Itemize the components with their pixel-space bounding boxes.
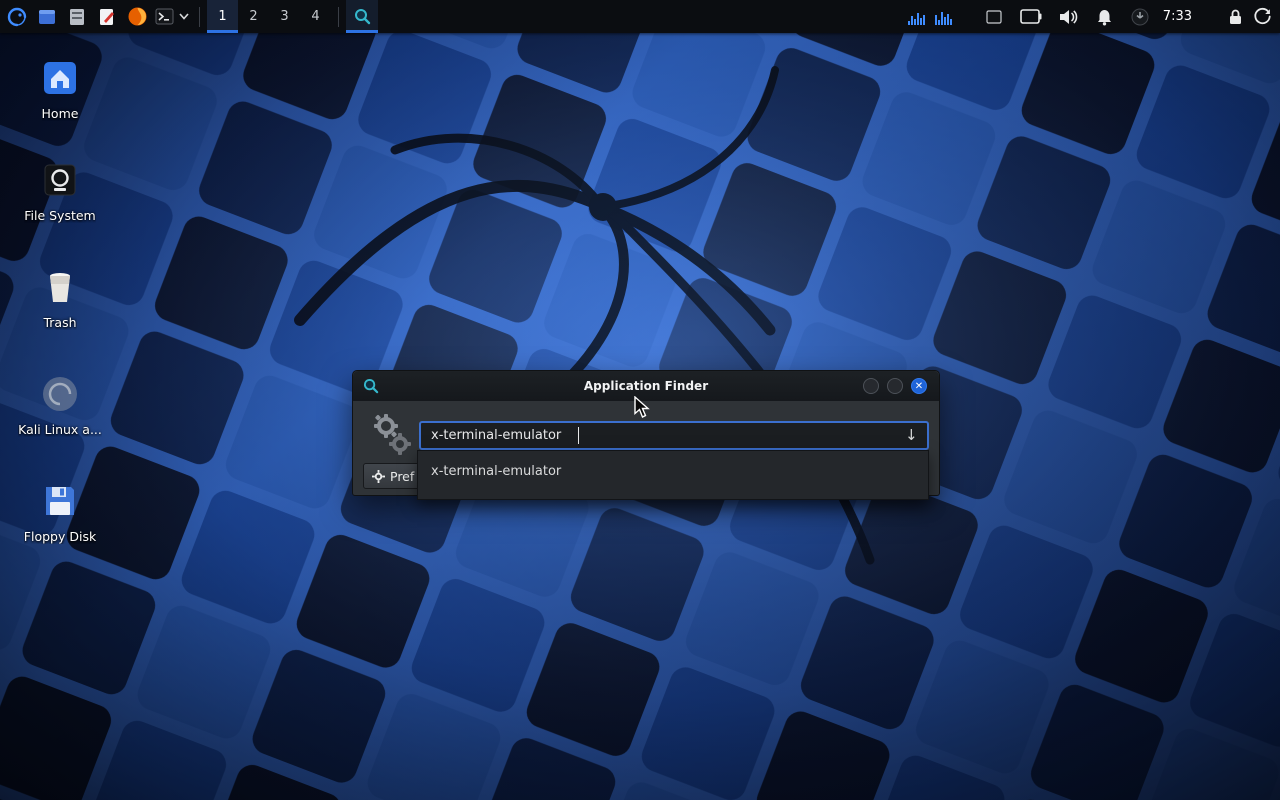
logout-icon[interactable] xyxy=(1253,7,1272,26)
preferences-gear-icon xyxy=(372,470,385,483)
archive-drawer-icon[interactable] xyxy=(62,0,92,33)
kali-folder-icon xyxy=(38,372,82,416)
panel-separator xyxy=(199,7,200,27)
desktop-icon-floppy-disk[interactable]: Floppy Disk xyxy=(12,479,108,544)
preferences-label: Pref xyxy=(390,469,414,484)
search-input[interactable] xyxy=(419,421,929,450)
completion-popup: x-terminal-emulator xyxy=(417,450,929,500)
network-graph-widget[interactable] xyxy=(908,9,925,25)
trash-icon xyxy=(38,265,82,309)
text-caret xyxy=(578,427,579,444)
floppy-icon xyxy=(38,479,82,523)
panel-clock[interactable]: 7:33 xyxy=(1159,9,1196,24)
terminal-launcher-icon[interactable] xyxy=(152,0,176,33)
display-battery-icon[interactable] xyxy=(1020,9,1042,24)
desktop-icon-label: File System xyxy=(24,209,96,223)
workspace-2[interactable]: 2 xyxy=(238,0,269,33)
window-magnifier-icon xyxy=(363,378,379,394)
chevron-down-icon[interactable] xyxy=(176,0,192,33)
text-editor-icon[interactable] xyxy=(92,0,122,33)
maximize-button[interactable] xyxy=(887,378,903,394)
app-finder-magnifier-icon xyxy=(354,8,371,25)
panel-separator xyxy=(338,7,339,27)
cpu-graph-widget[interactable] xyxy=(935,9,952,25)
lock-icon[interactable] xyxy=(1228,8,1243,26)
notifications-bell-icon[interactable] xyxy=(1096,8,1113,26)
desktop-icon-kali-linux[interactable]: Kali Linux a... xyxy=(12,372,108,437)
minimize-button[interactable] xyxy=(863,378,879,394)
taskbar-application-finder-button[interactable] xyxy=(346,0,378,33)
workspace-3[interactable]: 3 xyxy=(269,0,300,33)
desktop-icon-label: Floppy Disk xyxy=(24,530,96,544)
titlebar[interactable]: Application Finder ✕ xyxy=(353,371,939,401)
desktop-icon-label: Kali Linux a... xyxy=(18,423,102,437)
desktop-icon-filesystem[interactable]: File System xyxy=(12,158,108,223)
workspace-1[interactable]: 1 xyxy=(207,0,238,33)
workspace-4[interactable]: 4 xyxy=(300,0,331,33)
gears-icon xyxy=(369,411,417,459)
window-title: Application Finder xyxy=(353,379,939,393)
top-panel: 1 2 3 4 xyxy=(0,0,1280,33)
dropdown-arrow-icon[interactable]: ↓ xyxy=(905,426,918,444)
home-icon xyxy=(38,56,82,100)
firefox-icon[interactable] xyxy=(122,0,152,33)
desktop-icon-label: Home xyxy=(42,107,79,121)
desktop-icon-label: Trash xyxy=(43,316,76,330)
file-manager-icon[interactable] xyxy=(32,0,62,33)
tray-widget-icon[interactable] xyxy=(986,10,1002,24)
close-button[interactable]: ✕ xyxy=(911,378,927,394)
desktop-icon-trash[interactable]: Trash xyxy=(12,265,108,330)
network-status-icon[interactable] xyxy=(1131,8,1149,26)
kali-menu-icon[interactable] xyxy=(2,0,32,33)
volume-icon[interactable] xyxy=(1058,8,1078,26)
desktop-icon-home[interactable]: Home xyxy=(12,56,108,121)
drive-icon xyxy=(38,158,82,202)
completion-item[interactable]: x-terminal-emulator xyxy=(420,460,926,483)
